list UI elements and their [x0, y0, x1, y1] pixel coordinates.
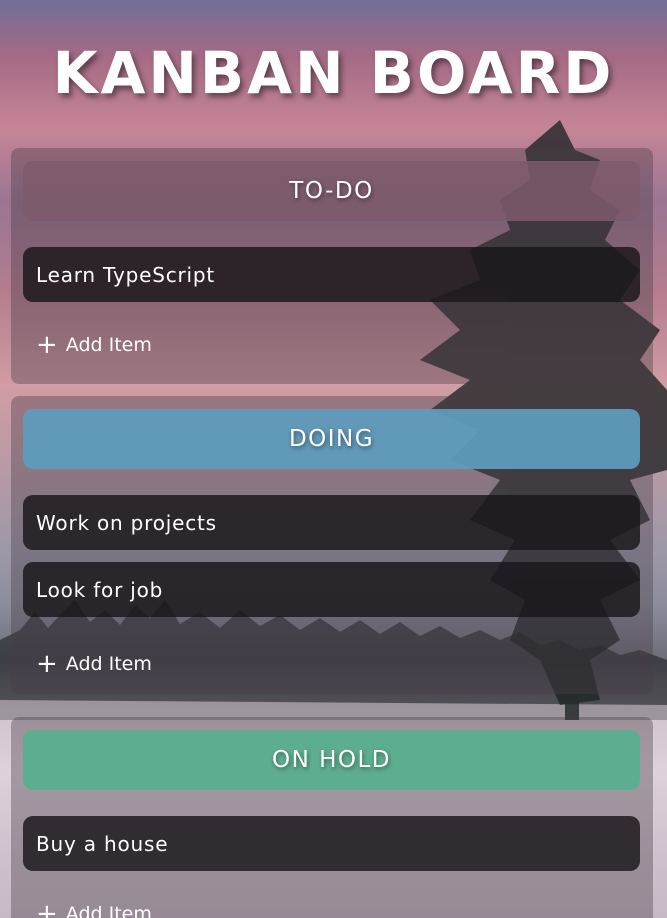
- plus-icon: +: [36, 330, 58, 360]
- column-header-label: DOING: [288, 426, 375, 452]
- column-header-label: TO-DO: [289, 178, 374, 204]
- column-on-hold: ON HOLD Buy a house + Add Item: [11, 717, 653, 918]
- item-text: Work on projects: [36, 510, 217, 535]
- list-item[interactable]: Work on projects: [23, 495, 640, 550]
- list-item[interactable]: Learn TypeScript: [23, 247, 640, 302]
- plus-icon: +: [36, 649, 58, 679]
- column-header-on-hold: ON HOLD: [23, 730, 640, 790]
- kanban-page: KANBAN BOARD TO-DO Learn TypeScript + Ad…: [0, 0, 667, 918]
- column-header-label: ON HOLD: [271, 747, 392, 773]
- item-text: Learn TypeScript: [36, 262, 216, 287]
- add-item-button[interactable]: + Add Item: [36, 330, 152, 360]
- item-text: Look for job: [36, 577, 164, 602]
- add-item-label: Add Item: [65, 903, 152, 918]
- list-item[interactable]: Buy a house: [23, 816, 640, 871]
- add-item-label: Add Item: [65, 334, 152, 356]
- list-item[interactable]: Look for job: [23, 562, 640, 617]
- add-item-label: Add Item: [65, 653, 152, 675]
- add-item-button[interactable]: + Add Item: [36, 649, 152, 679]
- column-todo: TO-DO Learn TypeScript + Add Item: [11, 148, 653, 384]
- plus-icon: +: [36, 899, 58, 918]
- item-text: Buy a house: [36, 831, 169, 856]
- column-header-doing: DOING: [23, 409, 640, 469]
- add-item-button[interactable]: + Add Item: [36, 899, 152, 918]
- column-header-todo: TO-DO: [23, 161, 640, 221]
- page-title: KANBAN BOARD: [52, 39, 615, 107]
- column-doing: DOING Work on projects Look for job + Ad…: [11, 396, 653, 694]
